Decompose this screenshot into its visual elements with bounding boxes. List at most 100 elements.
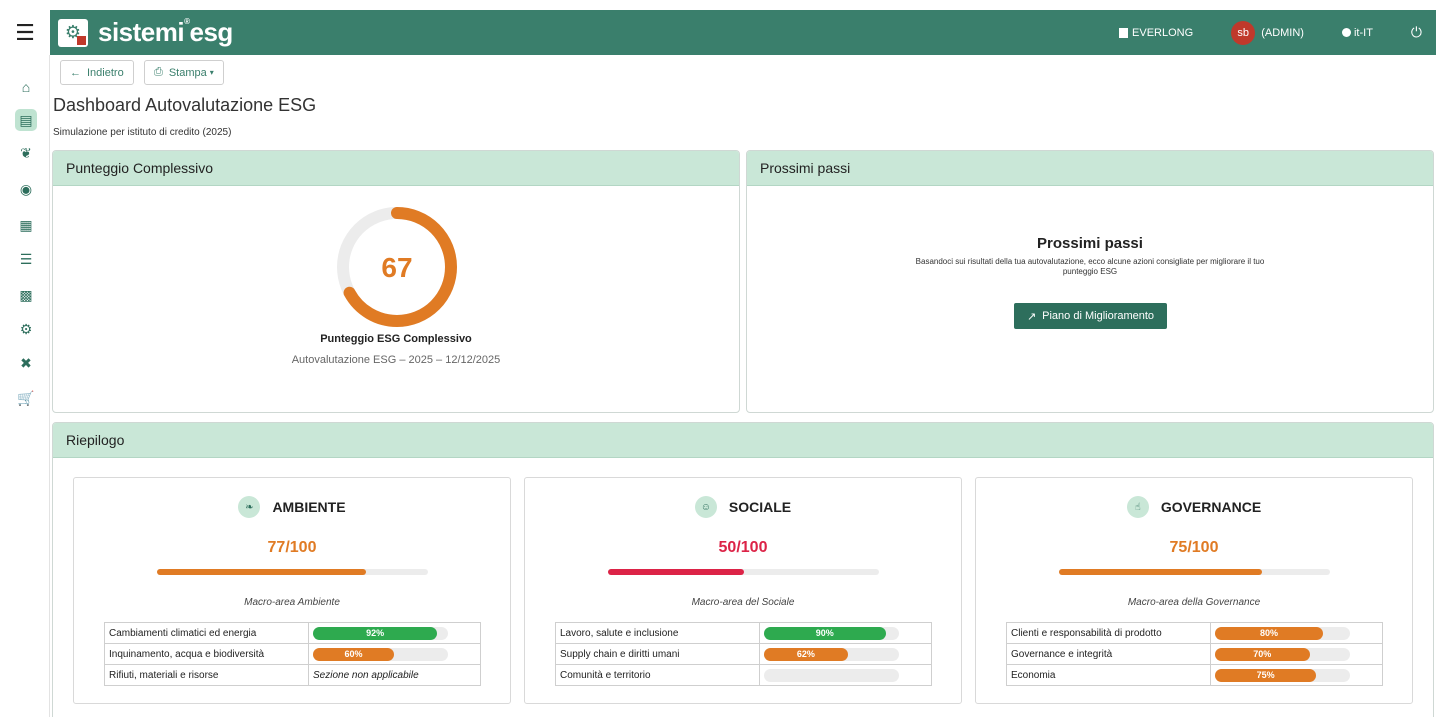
sub-area-name: Inquinamento, acqua e biodiversità [104, 643, 309, 665]
caret-down-icon: ▾ [209, 68, 214, 77]
score-value: 67 [381, 252, 412, 283]
sub-area-progress-fill: 60% [313, 647, 394, 661]
sub-area-progress-fill: 75% [1215, 668, 1317, 682]
thumbs-up-icon: ☝ [1126, 496, 1149, 518]
sub-area-name: Governance e integrità [1006, 643, 1211, 665]
sub-area-progress [764, 668, 899, 682]
sub-area-progress: 80% [1215, 626, 1350, 640]
score-label: Punteggio ESG Complessivo [320, 333, 472, 345]
card-header: ☺ SOCIALE [525, 496, 961, 518]
sub-area-value-cell [759, 664, 932, 686]
chart-line-icon: ↗ [1026, 310, 1037, 323]
sub-area-progress: 75% [1215, 668, 1350, 682]
overall-score-panel: Punteggio Complessivo 67 Punteggio ESG C… [52, 150, 740, 413]
sub-area-table: Clienti e responsabilità di prodotto 80% G… [1006, 622, 1383, 686]
sub-area-value-cell: 62% [759, 643, 932, 665]
score-subtitle: Autovalutazione ESG – 2025 – 12/12/2025 [291, 354, 501, 366]
table-row: Economia 75% [1006, 664, 1383, 686]
table-row: Governance e integrità 70% [1006, 643, 1383, 665]
page-subtitle: Simulazione per istituto di credito (202… [53, 127, 232, 138]
print-button[interactable]: ⎙ Stampa ▾ [144, 60, 224, 85]
sub-area-name: Cambiamenti climatici ed energia [104, 622, 309, 644]
sub-area-value-cell: 92% [308, 622, 481, 644]
sub-area-value-cell: 75% [1210, 664, 1383, 686]
back-button[interactable]: ← Indietro [60, 60, 134, 85]
card-progress-fill [157, 569, 366, 575]
card-score: 75/100 [1169, 539, 1219, 556]
card-progress-fill [608, 569, 744, 575]
clipboard-icon[interactable]: ▤ [15, 109, 37, 131]
sub-area-table: Cambiamenti climatici ed energia 92% Inqui… [104, 622, 481, 686]
panel-header: Punteggio Complessivo [53, 151, 739, 186]
menu-icon[interactable]: ☰ [0, 10, 50, 55]
card-score: 77/100 [267, 539, 317, 556]
table-row: Supply chain e diritti umani 62% [555, 643, 932, 665]
top-navbar: ☰ ⚙ sistemi®esg EVERLONG sb (ADMIN) it-I… [0, 10, 1436, 55]
organization-selector[interactable]: EVERLONG [1119, 27, 1193, 39]
avatar: sb [1231, 20, 1256, 45]
improvement-plan-button[interactable]: ↗ Piano di Miglioramento [1014, 303, 1167, 329]
sub-area-progress: 90% [764, 626, 899, 640]
macro-area-card-governance: ☝ GOVERNANCE 75/100 Macro-area della Govern… [975, 477, 1413, 704]
table-row: Comunità e territorio [555, 664, 932, 686]
card-header: ☝ GOVERNANCE [976, 496, 1412, 518]
sidebar: ⌂ ▤ ❦ ◉ ▦ ☰ ▩ ⚙ ✖ 🛒 [0, 55, 50, 717]
document-icon[interactable]: ▦ [15, 214, 37, 236]
home-icon[interactable]: ⌂ [15, 76, 37, 98]
sub-area-name: Rifiuti, materiali e risorse [104, 664, 309, 686]
sub-area-table: Lavoro, salute e inclusione 90% Supply cha… [555, 622, 932, 686]
cart-icon[interactable]: 🛒 [15, 387, 37, 409]
score-gauge: 67 [337, 207, 457, 327]
table-icon[interactable]: ▩ [15, 284, 37, 306]
sub-area-progress-fill: 90% [764, 626, 886, 640]
leaf-icon[interactable]: ❦ [15, 142, 37, 164]
panel-header: Riepilogo [53, 423, 1433, 458]
not-applicable-text: Sezione non applicabile [313, 669, 419, 681]
table-row: Inquinamento, acqua e biodiversità 60% [104, 643, 481, 665]
card-header: ❧ AMBIENTE [74, 496, 510, 518]
card-description: Macro-area della Governance [1127, 597, 1261, 608]
card-title: SOCIALE [728, 499, 792, 515]
language-selector[interactable]: it-IT [1341, 27, 1373, 39]
tools-icon[interactable]: ✖ [15, 352, 37, 374]
power-icon[interactable]: ⏻ [1411, 24, 1422, 41]
user-menu[interactable]: sb (ADMIN) [1231, 20, 1304, 45]
sub-area-progress: 92% [313, 626, 448, 640]
sub-area-progress-fill: 92% [313, 626, 438, 640]
card-title: AMBIENTE [272, 499, 346, 515]
card-score: 50/100 [718, 539, 768, 556]
next-steps-panel: Prossimi passi Prossimi passi Basandoci … [746, 150, 1434, 413]
sub-area-progress: 60% [313, 647, 448, 661]
table-row: Rifiuti, materiali e risorse Sezione non … [104, 664, 481, 686]
logo-icon: ⚙ [58, 18, 88, 47]
sub-area-value-cell: 70% [1210, 643, 1383, 665]
panel-header: Prossimi passi [747, 151, 1433, 186]
globe-icon [1341, 28, 1351, 37]
brand-name[interactable]: sistemi®esg [98, 17, 233, 48]
gear-icon[interactable]: ⚙ [15, 318, 37, 340]
checklist-icon[interactable]: ☰ [15, 248, 37, 270]
sub-area-progress: 62% [764, 647, 899, 661]
card-progress-bar [1059, 569, 1330, 575]
gauge-icon[interactable]: ◉ [15, 178, 37, 200]
card-description: Macro-area Ambiente [244, 597, 340, 608]
sub-area-name: Comunità e territorio [555, 664, 760, 686]
card-title: GOVERNANCE [1160, 499, 1262, 515]
sub-area-value-cell: 60% [308, 643, 481, 665]
sub-area-progress-fill: 62% [764, 647, 848, 661]
table-row: Cambiamenti climatici ed energia 92% [104, 622, 481, 644]
sub-area-name: Lavoro, salute e inclusione [555, 622, 760, 644]
sub-area-value-cell: 80% [1210, 622, 1383, 644]
sub-area-value-cell: 90% [759, 622, 932, 644]
macro-area-card-ambiente: ❧ AMBIENTE 77/100 Macro-area Ambiente Cambia… [73, 477, 511, 704]
card-description: Macro-area del Sociale [691, 597, 795, 608]
sub-area-progress-fill: 80% [1215, 626, 1323, 640]
table-row: Clienti e responsabilità di prodotto 80% [1006, 622, 1383, 644]
sub-area-progress-fill: 70% [1215, 647, 1310, 661]
card-progress-fill [1059, 569, 1263, 575]
sub-area-name: Clienti e responsabilità di prodotto [1006, 622, 1211, 644]
sub-area-name: Supply chain e diritti umani [555, 643, 760, 665]
table-row: Lavoro, salute e inclusione 90% [555, 622, 932, 644]
printer-icon: ⎙ [154, 66, 163, 78]
next-steps-title: Prossimi passi [1037, 235, 1143, 252]
